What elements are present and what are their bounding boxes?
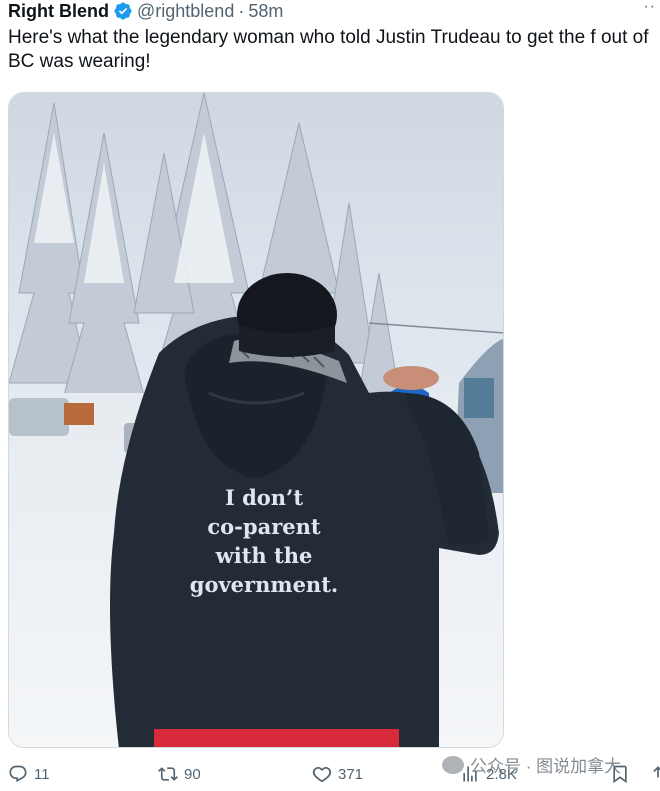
bookmark-icon bbox=[613, 765, 627, 784]
reply-icon bbox=[9, 765, 27, 783]
hoodie-text-line: co-parent bbox=[207, 514, 321, 539]
views-count: 2.8K bbox=[486, 765, 517, 783]
bookmark-button[interactable] bbox=[610, 764, 630, 784]
hoodie-text-line: with the bbox=[215, 543, 313, 568]
tweet-text: Here's what the legendary woman who told… bbox=[8, 27, 649, 72]
views-chart-icon bbox=[463, 766, 477, 782]
share-button[interactable] bbox=[648, 764, 660, 784]
hoodie-text: I don’t co-parent with the government. bbox=[179, 483, 349, 599]
like-count: 371 bbox=[338, 765, 364, 783]
action-bar: 11 90 371 2.8K bbox=[0, 760, 660, 791]
tweet-header: Right Blend @rightblend · 58m bbox=[8, 0, 283, 22]
retweet-icon bbox=[158, 767, 178, 781]
heart-icon bbox=[312, 767, 332, 783]
more-options-icon[interactable]: ·· bbox=[643, 0, 656, 15]
retweet-count: 90 bbox=[184, 765, 201, 783]
views-button[interactable]: 2.8K bbox=[460, 764, 517, 784]
like-button[interactable]: 371 bbox=[312, 764, 363, 784]
verified-badge-icon bbox=[114, 2, 132, 20]
hoodie-text-line: government. bbox=[189, 572, 339, 597]
photo-scene bbox=[9, 93, 503, 747]
tweet-photo[interactable]: I don’t co-parent with the government. bbox=[8, 92, 504, 748]
hoodie-text-line: I don’t bbox=[224, 485, 304, 510]
reply-button[interactable]: 11 bbox=[8, 764, 50, 784]
tweet: Right Blend @rightblend · 58m ·· Here's … bbox=[0, 0, 660, 791]
retweet-button[interactable]: 90 bbox=[158, 764, 201, 784]
handle[interactable]: @rightblend bbox=[137, 0, 234, 22]
reply-count: 11 bbox=[34, 765, 50, 783]
separator-dot: · bbox=[238, 1, 245, 21]
timestamp[interactable]: 58m bbox=[248, 0, 283, 22]
display-name[interactable]: Right Blend bbox=[8, 0, 109, 22]
share-icon bbox=[653, 766, 660, 778]
